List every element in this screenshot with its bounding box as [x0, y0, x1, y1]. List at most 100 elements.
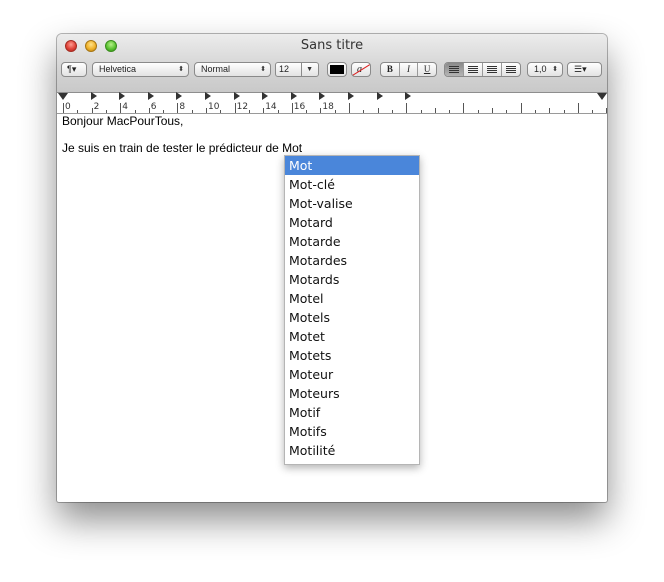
completion-list[interactable]: Mot Mot-clé Mot-valise Motard Motarde Motarde… [284, 155, 420, 465]
align-left-icon [449, 66, 459, 74]
align-center-icon [468, 66, 478, 74]
alignment-segmented-control [444, 62, 521, 77]
completion-item[interactable]: Motif [285, 403, 419, 422]
ruler-tick [520, 103, 522, 113]
font-family-value: Helvetica [99, 64, 137, 74]
right-indent-marker[interactable] [597, 93, 607, 100]
completion-item[interactable]: Moteurs [285, 384, 419, 403]
ruler[interactable]: 0 2 4 6 8 10 12 14 16 18 [57, 92, 607, 114]
ruler-label: 6 [150, 102, 157, 112]
completion-item[interactable]: Mot [285, 156, 419, 175]
paragraph-styles-button[interactable]: ¶▾ [61, 62, 87, 77]
completion-item[interactable]: Motifs [285, 422, 419, 441]
ruler-tick [406, 103, 408, 113]
format-toolbar: ¶▾ Helvetica ⬍ Normal ⬍ 12 ▼ a [57, 62, 607, 80]
tab-stop-marker[interactable] [262, 92, 269, 100]
ruler-tick [248, 110, 250, 113]
ruler-tick [391, 110, 393, 113]
tab-stop-marker[interactable] [290, 92, 297, 100]
textedit-window: Sans titre ¶▾ Helvetica ⬍ Normal ⬍ 12 ▼ [57, 34, 607, 502]
completion-item[interactable]: Motet [285, 327, 419, 346]
tab-stop-marker[interactable] [376, 92, 383, 100]
font-family-select[interactable]: Helvetica ⬍ [92, 62, 189, 77]
window-title: Sans titre [300, 38, 364, 53]
ruler-tick [592, 110, 594, 113]
tab-stop-marker[interactable] [90, 92, 97, 100]
ruler-label: 12 [236, 102, 249, 112]
align-right-icon [487, 66, 497, 74]
font-style-select[interactable]: Normal ⬍ [194, 62, 271, 77]
align-justify-button[interactable] [502, 63, 520, 76]
left-indent-marker[interactable] [58, 93, 68, 100]
font-size-field[interactable]: 12 [275, 62, 302, 77]
ruler-tick [492, 108, 493, 113]
list-select[interactable]: ☰▾ [567, 62, 602, 77]
line-spacing-select[interactable]: 1,0 ⬍ [527, 62, 563, 77]
ruler-label: 8 [179, 102, 186, 112]
document-line-2: Je suis en train de tester le prédicteur… [62, 141, 303, 155]
ruler-label: 10 [208, 102, 220, 112]
ruler-tick [263, 108, 265, 113]
tab-stop-marker[interactable] [147, 92, 154, 100]
font-size-value: 12 [279, 64, 290, 74]
align-left-button[interactable] [445, 63, 464, 76]
ruler-tick [434, 108, 436, 113]
ruler-label: 16 [293, 102, 306, 112]
document-line-1: Bonjour MacPourTous, [62, 114, 184, 128]
completion-item[interactable]: Motels [285, 308, 419, 327]
ruler-tick [306, 110, 308, 113]
line-spacing-value: 1,0 [534, 64, 547, 74]
ruler-tick [577, 103, 579, 113]
completion-item[interactable]: Mot-clé [285, 175, 419, 194]
ruler-tick [191, 110, 193, 113]
completion-item[interactable]: Motard [285, 213, 419, 232]
completion-item[interactable]: Moteur [285, 365, 419, 384]
ruler-label: 14 [265, 102, 277, 112]
underline-button[interactable]: U [418, 63, 436, 76]
tab-stop-marker[interactable] [233, 92, 240, 100]
ruler-tick [477, 110, 479, 113]
font-size-dropdown[interactable]: ▼ [301, 62, 319, 77]
ruler-tick [177, 103, 179, 113]
ruler-tick [363, 110, 365, 113]
ruler-tick [234, 103, 236, 113]
completion-item[interactable]: Motilité [285, 441, 419, 460]
ruler-tick [120, 103, 122, 113]
bold-button[interactable]: B [381, 63, 400, 76]
list-icon: ☰▾ [574, 64, 587, 74]
ruler-tick [449, 110, 451, 113]
align-center-button[interactable] [464, 63, 483, 76]
ruler-tick [549, 108, 551, 113]
ruler-tick [220, 110, 222, 113]
tab-stop-marker[interactable] [119, 92, 126, 100]
completion-item[interactable]: Motardes [285, 251, 419, 270]
ruler-tick [534, 110, 536, 113]
highlight-color-well[interactable]: a [351, 62, 371, 77]
tab-stop-marker[interactable] [319, 92, 326, 100]
text-color-well[interactable] [327, 62, 347, 77]
ruler-tick [606, 108, 607, 113]
paragraph-icon: ¶▾ [67, 64, 77, 74]
ruler-tick [291, 103, 293, 113]
completion-item[interactable]: Motets [285, 346, 419, 365]
ruler-label: 18 [322, 102, 334, 112]
completion-item[interactable]: Motarde [285, 232, 419, 251]
ruler-label: 0 [65, 102, 71, 112]
tab-stop-marker[interactable] [176, 92, 183, 100]
align-justify-icon [506, 66, 516, 74]
tab-stop-marker[interactable] [348, 92, 354, 100]
ruler-label: 4 [122, 102, 128, 112]
ruler-tick [277, 110, 279, 113]
completion-item[interactable]: Mot-valise [285, 194, 419, 213]
title-bar[interactable]: Sans titre ¶▾ Helvetica ⬍ Normal ⬍ 12 ▼ [57, 34, 607, 93]
ruler-tick [563, 110, 565, 113]
tab-stop-marker[interactable] [405, 92, 412, 100]
completion-item[interactable]: Motel [285, 289, 419, 308]
ruler-tick [463, 103, 465, 113]
completion-item[interactable]: Motards [285, 270, 419, 289]
italic-button[interactable]: I [400, 63, 419, 76]
tab-stop-marker[interactable] [205, 92, 211, 100]
align-right-button[interactable] [483, 63, 502, 76]
ruler-tick [77, 110, 79, 113]
ruler-tick [334, 110, 336, 113]
